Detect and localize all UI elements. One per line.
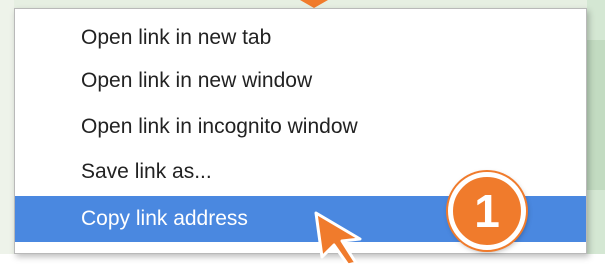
page-background-left xyxy=(0,0,14,254)
step-number-badge: 1 xyxy=(448,172,526,250)
menu-item-open-new-window[interactable]: Open link in new window xyxy=(15,58,586,104)
pointer-arrow-icon xyxy=(314,211,362,265)
menu-item-open-incognito[interactable]: Open link in incognito window xyxy=(15,104,586,150)
step-number: 1 xyxy=(474,185,500,237)
menu-item-label: Save link as... xyxy=(81,160,212,183)
menu-item-label: Open link in new tab xyxy=(81,26,272,49)
menu-item-open-new-tab[interactable]: Open link in new tab xyxy=(15,15,586,61)
page-background-right-panel xyxy=(585,40,605,190)
menu-item-label: Open link in incognito window xyxy=(81,115,358,138)
menu-item-label: Copy link address xyxy=(81,207,248,230)
menu-item-label: Open link in new window xyxy=(81,69,313,92)
